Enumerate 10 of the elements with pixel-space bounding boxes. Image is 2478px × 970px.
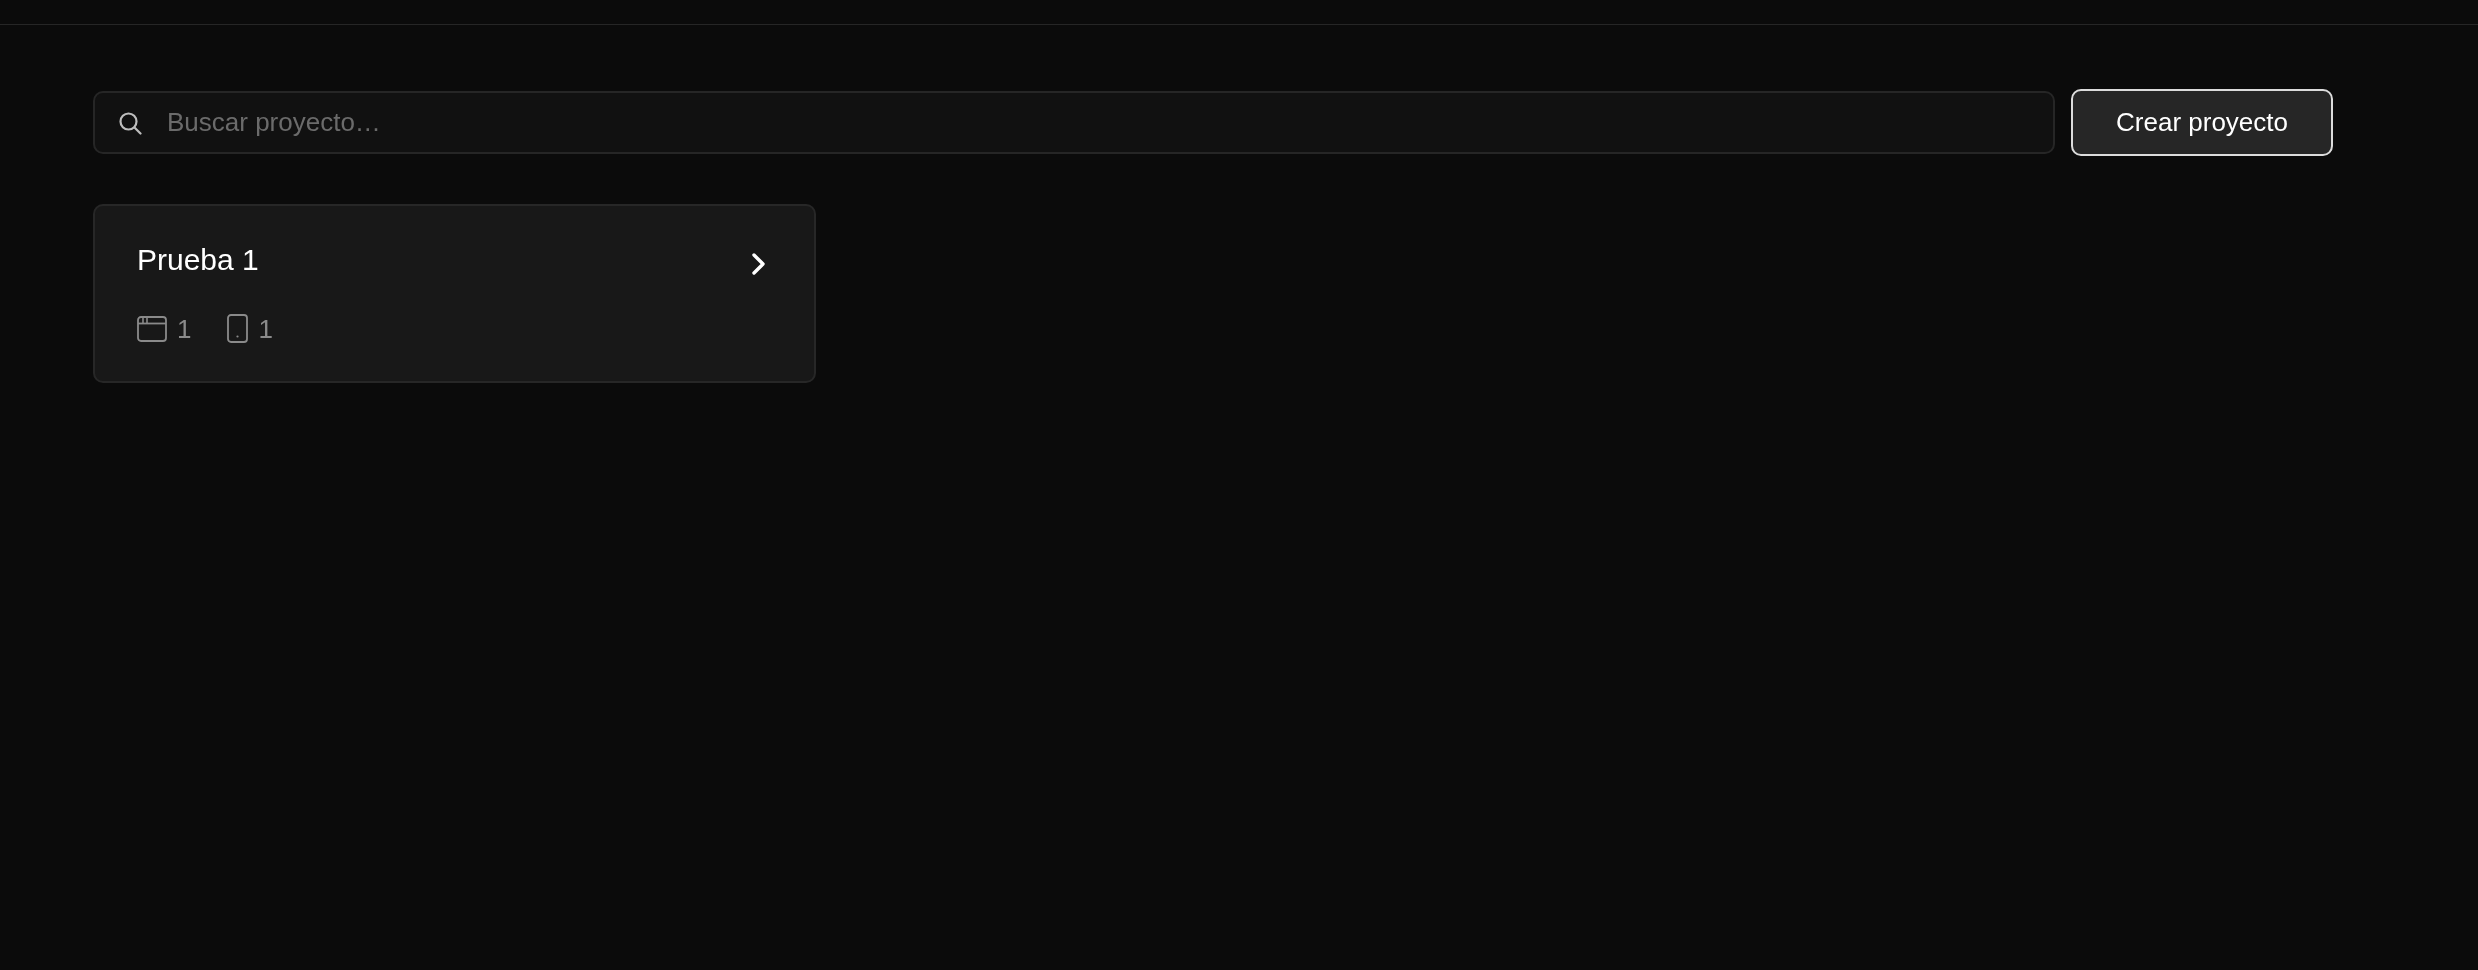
create-project-button[interactable]: Crear proyecto bbox=[2071, 89, 2333, 156]
project-name: Prueba 1 bbox=[137, 242, 259, 278]
stat-count: 1 bbox=[258, 315, 273, 342]
search-icon bbox=[118, 111, 142, 135]
chevron-right-icon bbox=[752, 253, 766, 275]
stat-count: 1 bbox=[177, 315, 192, 342]
tablet-icon bbox=[227, 314, 249, 343]
project-card[interactable]: Prueba 1 1 1 bbox=[93, 204, 816, 383]
search-field[interactable]: Buscar proyecto… bbox=[93, 91, 2056, 154]
browser-window-icon bbox=[137, 315, 167, 342]
